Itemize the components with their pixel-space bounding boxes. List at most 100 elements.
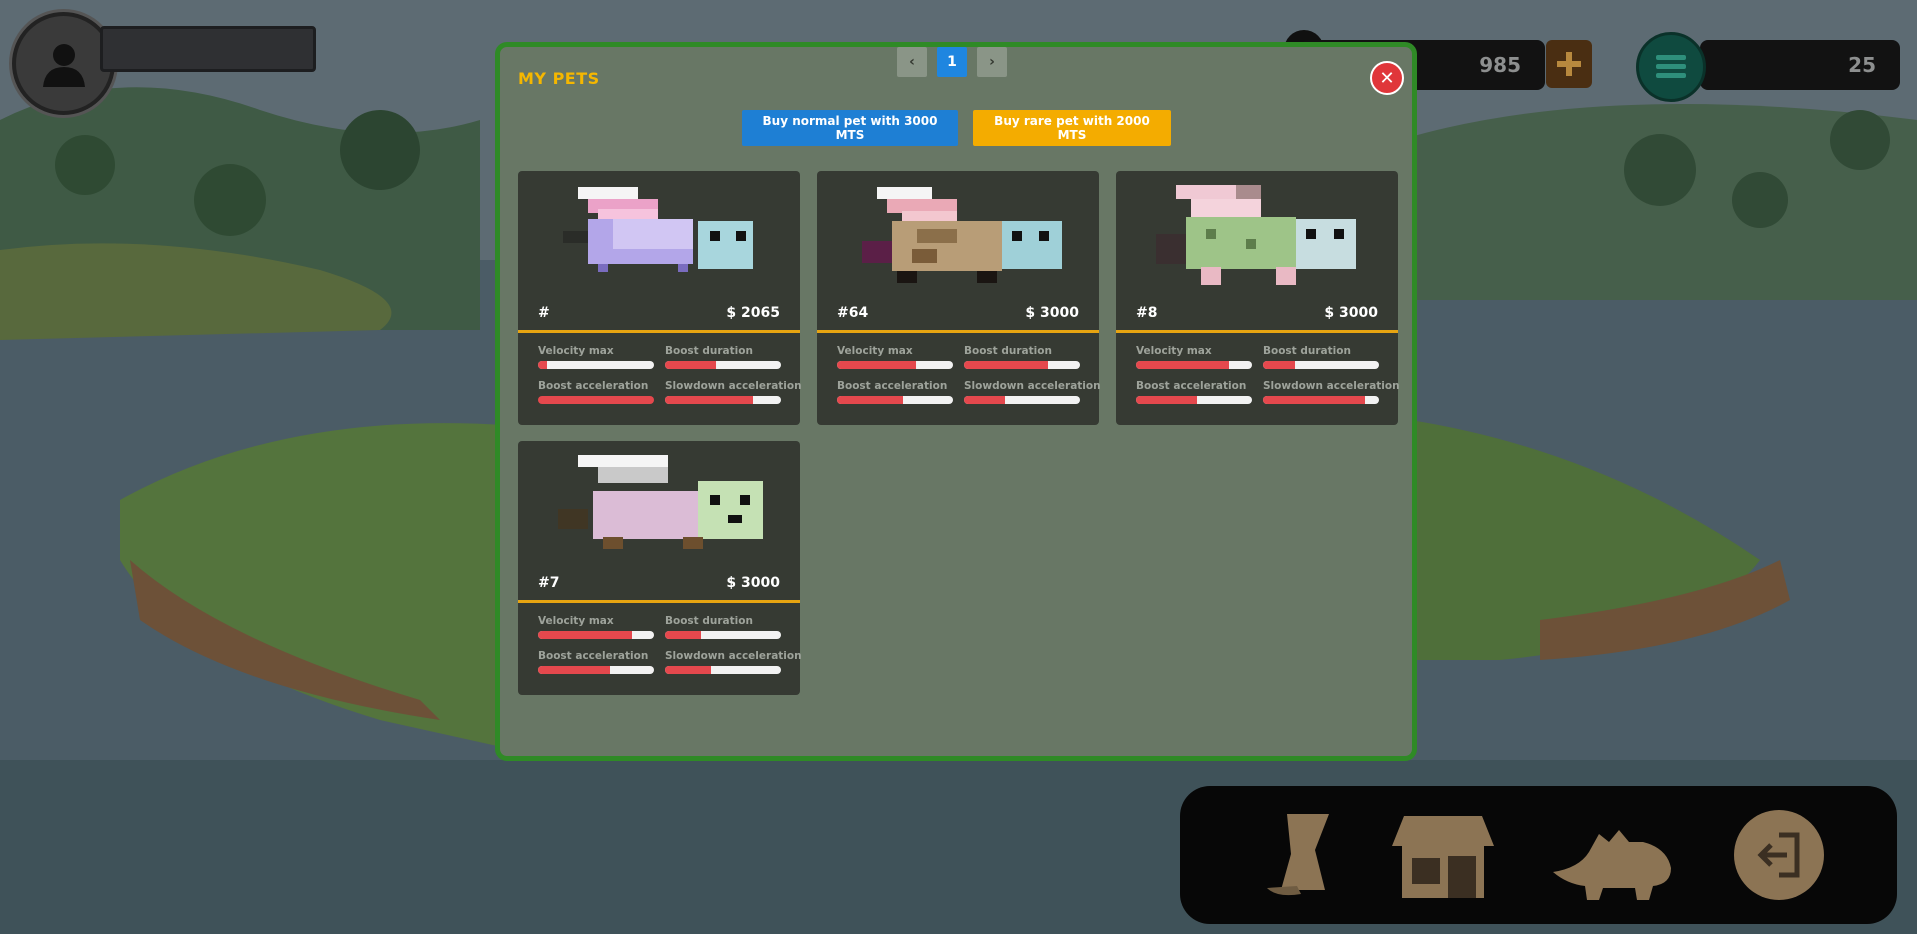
user-icon (42, 43, 85, 87)
stat-velocity-max: Velocity max (538, 615, 654, 639)
pet-card[interactable]: # $ 2065 Velocity max Boost duration Boo… (518, 171, 802, 425)
pet-price: $ 3000 (1324, 305, 1378, 321)
pet-image (563, 187, 753, 272)
stat-bar-fill (665, 361, 717, 369)
my-pets-dialog: MY PETS ✕ Buy normal pet with 3000 MTS B… (495, 42, 1417, 761)
stat-velocity-max: Velocity max (837, 345, 953, 369)
close-icon: ✕ (1379, 67, 1395, 89)
stat-bar-fill (837, 396, 904, 404)
stat-label: Velocity max (538, 615, 614, 627)
stat-bar-fill (538, 666, 610, 674)
quests-button[interactable] (1252, 810, 1342, 900)
exit-icon (1757, 832, 1800, 878)
stat-bar-fill (1136, 361, 1229, 369)
stat-bar-fill (964, 396, 1005, 404)
stat-bar (1136, 361, 1252, 369)
stat-boost-acceleration: Boost acceleration (538, 650, 654, 674)
exit-button[interactable] (1734, 810, 1824, 900)
stat-bar-fill (538, 396, 654, 404)
stat-bar (665, 631, 781, 639)
stat-bar (538, 666, 654, 674)
pet-image (862, 187, 1062, 283)
pet-id: #64 (837, 305, 869, 321)
stat-bar-fill (538, 361, 548, 369)
level-value: 25 (1848, 53, 1876, 77)
stat-bar (1136, 396, 1252, 404)
stat-slowdown-acceleration: Slowdown acceleration (964, 380, 1101, 404)
pet-price: $ 3000 (726, 575, 780, 591)
stat-boost-acceleration: Boost acceleration (538, 380, 654, 404)
pet-card[interactable]: #7 $ 3000 Velocity max Boost duration Bo… (518, 441, 802, 695)
stat-label: Boost acceleration (538, 380, 649, 392)
stat-label: Boost acceleration (538, 650, 649, 662)
dinosaur-icon (1553, 830, 1671, 900)
stat-bar (964, 361, 1080, 369)
stat-bar-fill (665, 666, 712, 674)
pet-id: # (538, 305, 550, 321)
card-divider (1116, 330, 1398, 333)
stat-slowdown-acceleration: Slowdown acceleration (1263, 380, 1400, 404)
stat-boost-duration: Boost duration (964, 345, 1080, 369)
stat-bar (665, 396, 781, 404)
stat-bar (538, 631, 654, 639)
stat-bar-fill (1263, 396, 1366, 404)
stat-boost-duration: Boost duration (665, 615, 781, 639)
prev-page-button[interactable]: ‹ (897, 47, 927, 77)
player-name-bar (100, 26, 316, 72)
pets-button[interactable] (1548, 812, 1678, 902)
stat-bar (538, 396, 654, 404)
stat-label: Boost duration (665, 345, 753, 357)
stat-label: Boost acceleration (837, 380, 948, 392)
level-badge (1636, 32, 1706, 102)
stat-label: Slowdown acceleration (1263, 380, 1400, 392)
stat-bar (538, 361, 654, 369)
pet-id: #8 (1136, 305, 1158, 321)
stat-boost-acceleration: Boost acceleration (1136, 380, 1252, 404)
stat-label: Velocity max (837, 345, 913, 357)
stat-label: Boost duration (665, 615, 753, 627)
stat-label: Slowdown acceleration (665, 380, 802, 392)
add-coins-button[interactable] (1546, 40, 1592, 88)
card-divider (518, 600, 800, 603)
stat-label: Velocity max (538, 345, 614, 357)
stat-bar-fill (665, 396, 754, 404)
close-button[interactable]: ✕ (1370, 61, 1404, 95)
stat-boost-duration: Boost duration (665, 345, 781, 369)
scroll-icon (1267, 814, 1329, 896)
stat-bar (837, 396, 953, 404)
pet-card[interactable]: #8 $ 3000 Velocity max Boost duration Bo… (1116, 171, 1400, 425)
pet-image (1156, 185, 1356, 285)
pet-price: $ 3000 (1025, 305, 1079, 321)
stat-bar (1263, 396, 1379, 404)
coin-value: 985 (1479, 53, 1521, 77)
stat-bar (665, 361, 781, 369)
stat-boost-acceleration: Boost acceleration (837, 380, 953, 404)
stat-bar (665, 666, 781, 674)
next-page-button[interactable]: › (977, 47, 1007, 77)
card-divider (817, 330, 1099, 333)
pet-image (558, 455, 763, 549)
stat-slowdown-acceleration: Slowdown acceleration (665, 650, 802, 674)
page-number-button[interactable]: 1 (937, 47, 967, 77)
dialog-title: MY PETS (518, 69, 600, 88)
pet-card[interactable]: #64 $ 3000 Velocity max Boost duration B… (817, 171, 1101, 425)
stat-bar-fill (1136, 396, 1198, 404)
stat-boost-duration: Boost duration (1263, 345, 1379, 369)
stat-label: Boost acceleration (1136, 380, 1247, 392)
buy-rare-pet-button[interactable]: Buy rare pet with 2000 MTS (973, 110, 1171, 146)
stat-bar (1263, 361, 1379, 369)
stat-bar (964, 396, 1080, 404)
stat-bar-fill (665, 631, 701, 639)
shop-button[interactable] (1388, 808, 1498, 904)
stat-label: Slowdown acceleration (665, 650, 802, 662)
shop-icon (1392, 816, 1494, 898)
stat-label: Boost duration (964, 345, 1052, 357)
level-counter: 25 (1700, 40, 1900, 90)
stat-bar-fill (538, 631, 632, 639)
stat-bar-fill (837, 361, 916, 369)
chevron-right-icon: › (989, 54, 995, 70)
stat-label: Boost duration (1263, 345, 1351, 357)
buy-normal-pet-button[interactable]: Buy normal pet with 3000 MTS (742, 110, 958, 146)
pet-price: $ 2065 (726, 305, 780, 321)
pet-id: #7 (538, 575, 560, 591)
